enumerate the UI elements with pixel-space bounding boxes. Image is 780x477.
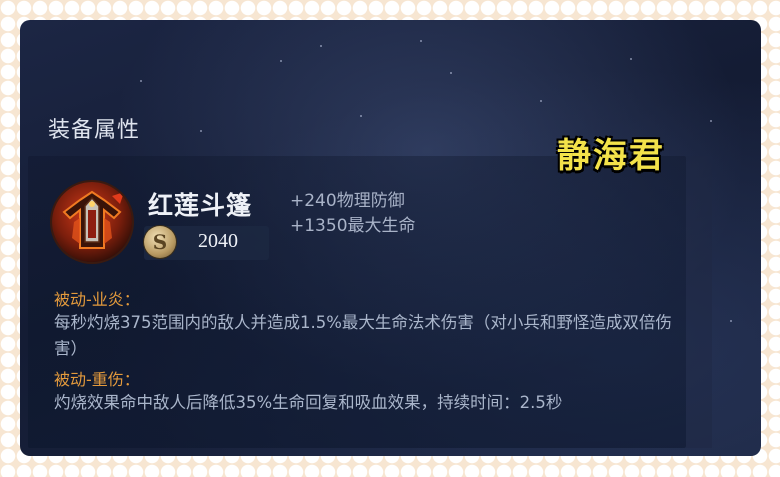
section-title: 装备属性 — [48, 118, 141, 143]
passive-title-yeyan: 被动-业炎： — [54, 290, 140, 309]
passive-desc-zhongshang: 灼烧效果命中敌人后降低35%生命回复和吸血效果，持续时间：2.5秒 — [54, 393, 563, 412]
item-name: 红莲斗篷 — [148, 191, 253, 220]
watermark-logo: 静海君 — [557, 136, 665, 176]
passive-title-zhongshang: 被动-重伤： — [54, 370, 140, 389]
stat-max-health: +1350最大生命 — [290, 216, 416, 236]
red-lotus-cloak-icon — [52, 182, 132, 262]
panel-edge — [686, 156, 712, 448]
item-price: 2040 — [198, 230, 238, 252]
equipment-card: 装备属性 红莲斗篷 S 2040 +240物理防御 +1350最大生命 被动-业… — [20, 20, 761, 456]
passive-desc-yeyan: 每秒灼烧375范围内的敌人并造成1.5%最大生命法术伤害（对小兵和野怪造成双倍伤… — [54, 313, 672, 358]
gold-coin-icon: S — [144, 226, 176, 258]
stat-physical-defense: +240物理防御 — [290, 191, 405, 211]
